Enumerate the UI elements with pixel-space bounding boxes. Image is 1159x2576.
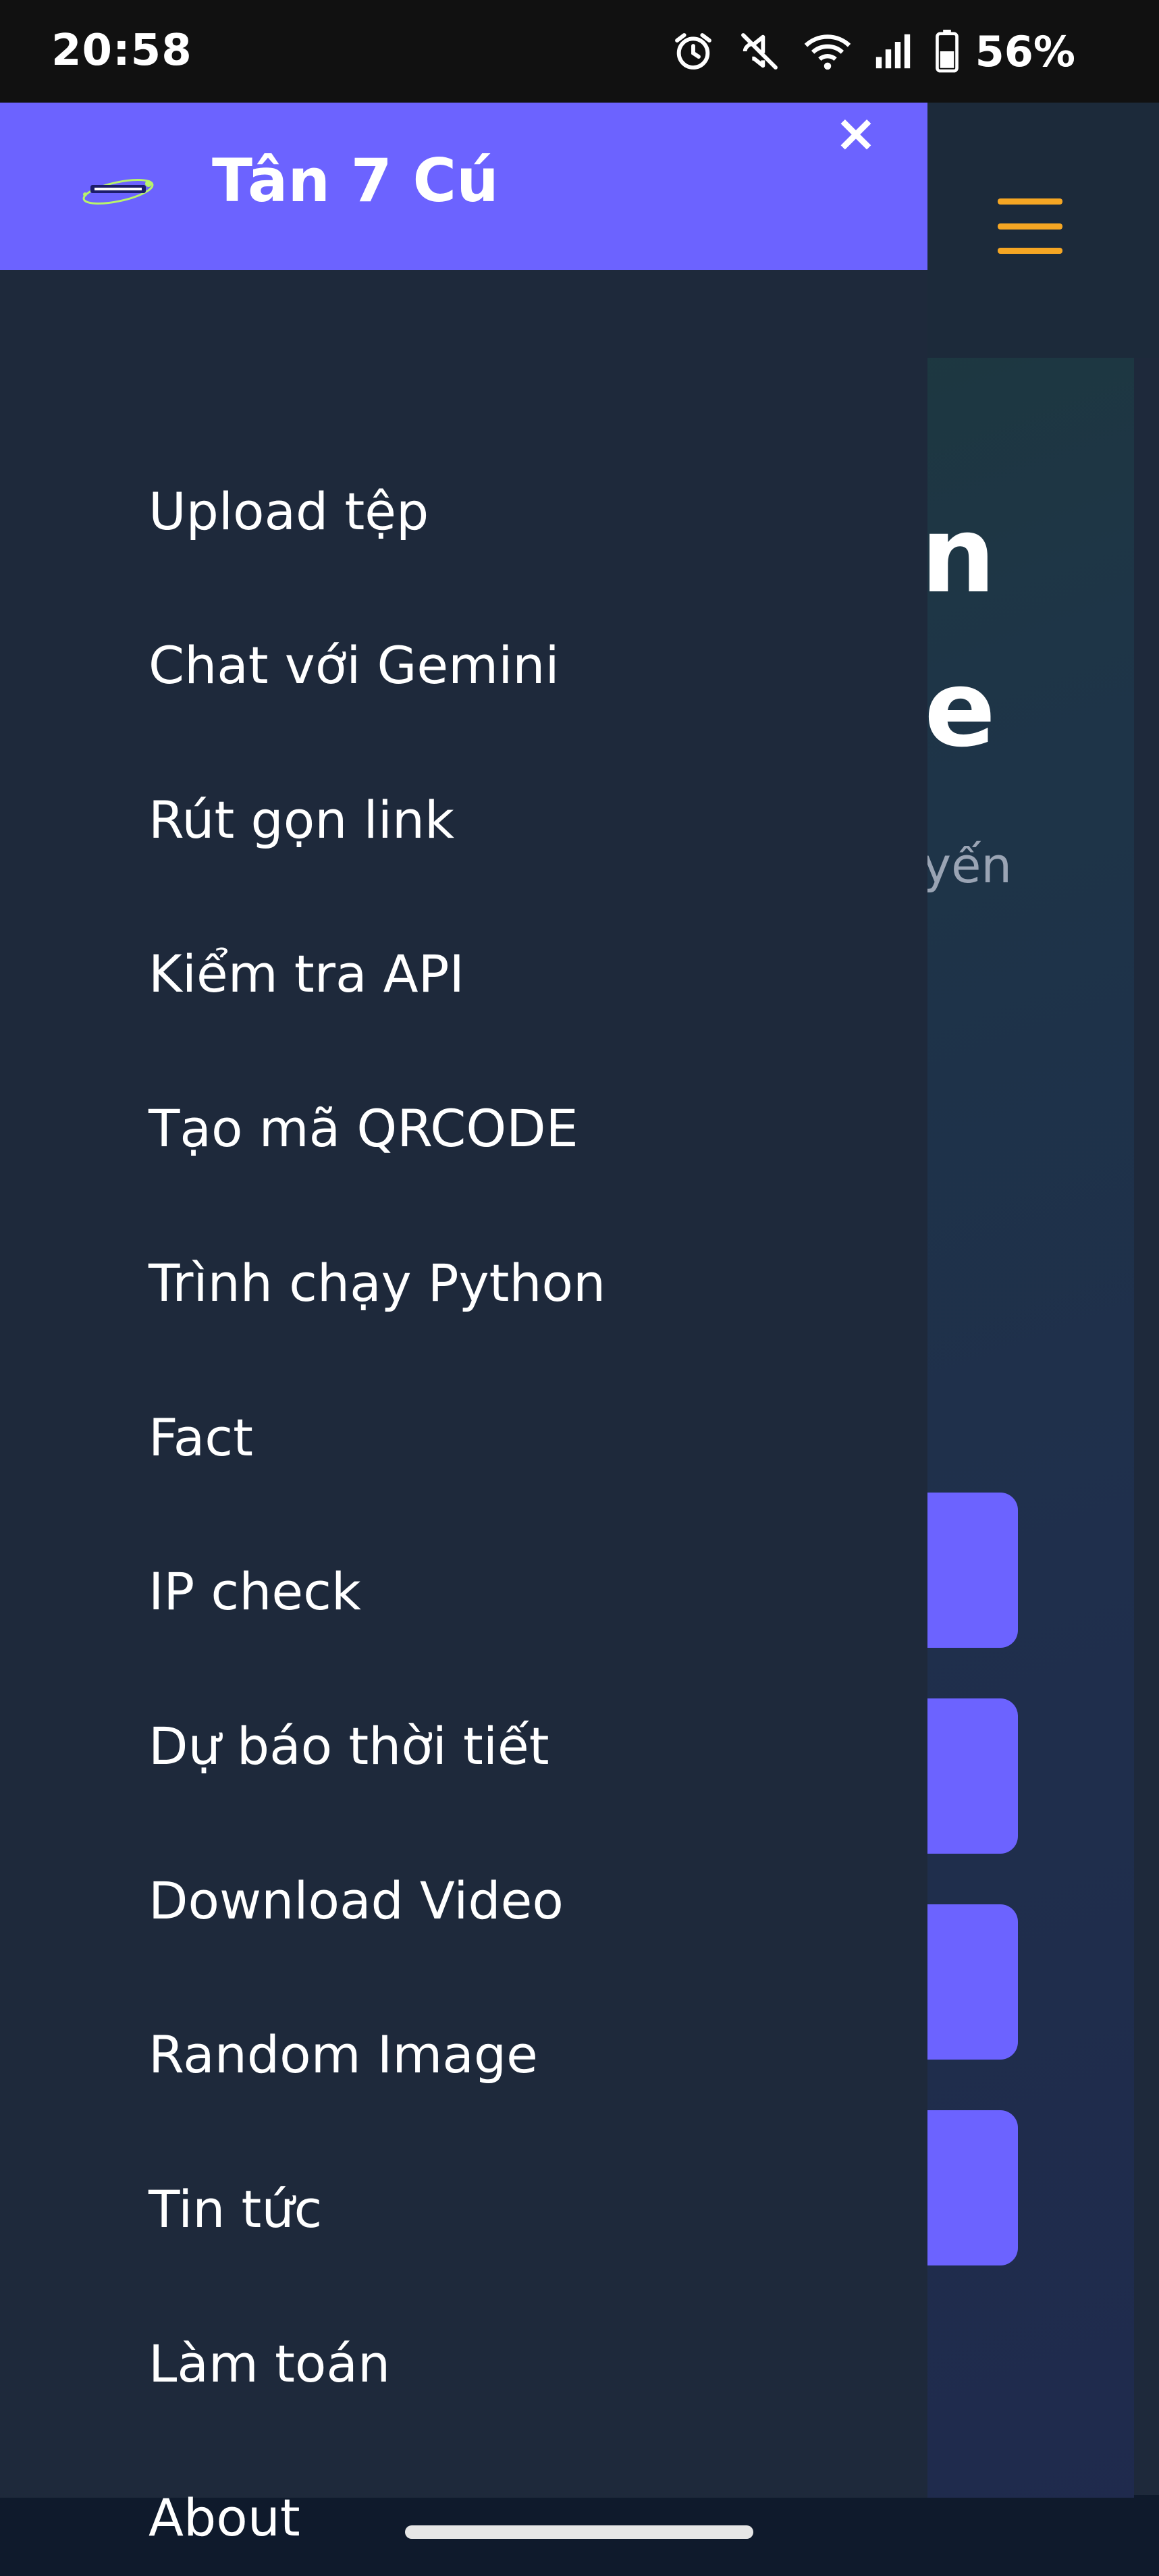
menu-item-upload[interactable]: Upload tệp xyxy=(149,478,429,545)
battery-icon xyxy=(935,30,959,73)
hero-subtitle: yến xyxy=(922,837,1012,894)
menu-item-about[interactable]: About xyxy=(149,2484,300,2552)
menu-item-shorten-link[interactable]: Rút gọn link xyxy=(149,786,454,854)
battery-percentage: 56% xyxy=(975,26,1075,76)
drawer-header: Tân 7 Cú × xyxy=(0,103,927,270)
signal-icon xyxy=(875,34,910,69)
menu-item-check-api[interactable]: Kiểm tra API xyxy=(149,940,464,1008)
home-indicator[interactable] xyxy=(405,2525,753,2539)
menu-item-news[interactable]: Tin tức xyxy=(149,2176,322,2243)
menu-item-fact[interactable]: Fact xyxy=(149,1404,253,1472)
menu-item-random-image[interactable]: Random Image xyxy=(149,2021,538,2089)
menu-item-python-runner[interactable]: Trình chạy Python xyxy=(149,1250,605,1317)
menu-item-ip-check[interactable]: IP check xyxy=(149,1558,361,1626)
hamburger-menu-icon[interactable] xyxy=(998,198,1062,254)
alarm-icon xyxy=(674,33,711,70)
hero-title: n e xyxy=(920,493,996,770)
menu-item-math[interactable]: Làm toán xyxy=(149,2330,390,2398)
status-time: 20:58 xyxy=(51,26,192,76)
side-drawer: Tân 7 Cú × Upload tệp Chat với Gemini Rú… xyxy=(0,103,927,2548)
wifi-icon xyxy=(804,34,851,70)
menu-item-qrcode[interactable]: Tạo mã QRCODE xyxy=(149,1095,578,1162)
menu-item-weather[interactable]: Dự báo thời tiết xyxy=(149,1713,549,1780)
close-icon[interactable]: × xyxy=(832,103,880,163)
menu-item-download-video[interactable]: Download Video xyxy=(149,1867,564,1935)
drawer-title: Tân 7 Cú xyxy=(212,146,499,215)
status-icons: 56% xyxy=(672,24,1075,78)
status-bar: 20:58 56% xyxy=(0,0,1159,103)
menu-item-chat-gemini[interactable]: Chat với Gemini xyxy=(149,632,560,699)
site-logo-icon xyxy=(82,179,154,205)
vibrate-off-icon xyxy=(740,33,778,70)
